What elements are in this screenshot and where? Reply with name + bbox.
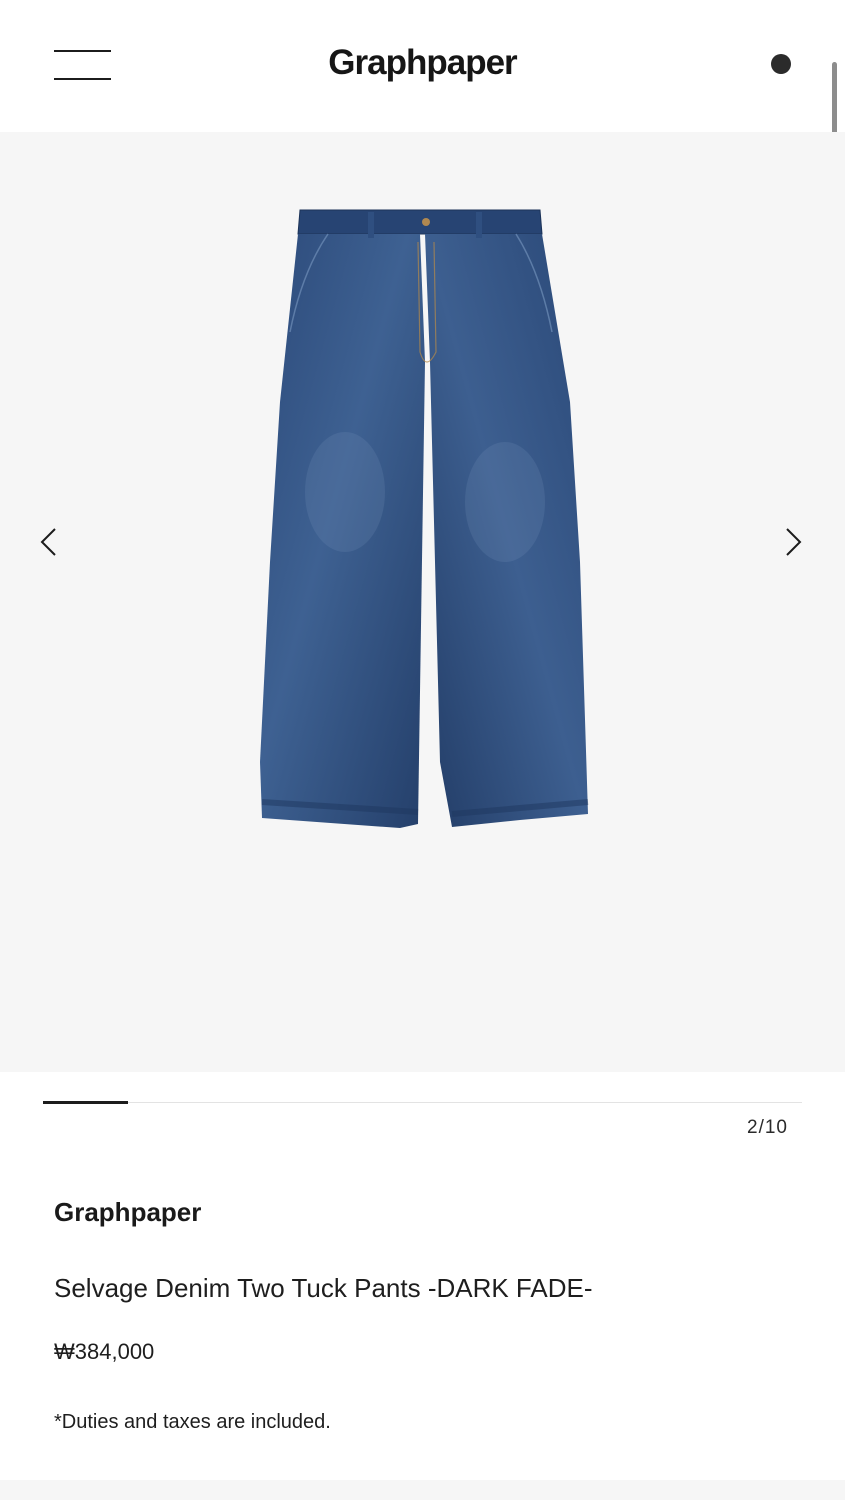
tax-note: *Duties and taxes are included.	[54, 1411, 331, 1433]
chevron-right-icon[interactable]	[783, 527, 803, 557]
product-image	[260, 209, 589, 828]
site-header: Graphpaper	[0, 0, 845, 132]
gallery-progress-indicator	[43, 1101, 128, 1104]
dot-icon[interactable]	[771, 54, 791, 74]
product-brand[interactable]: Graphpaper	[54, 1197, 201, 1228]
product-gallery[interactable]	[0, 132, 845, 1072]
gallery-progress-track	[43, 1102, 802, 1103]
product-title: Selvage Denim Two Tuck Pants -DARK FADE-	[54, 1273, 593, 1303]
chevron-left-icon[interactable]	[39, 527, 59, 557]
site-logo[interactable]: Graphpaper	[0, 43, 845, 83]
section-divider	[0, 1480, 845, 1500]
product-price: ₩384,000	[54, 1339, 155, 1364]
gallery-counter: 2/10	[747, 1117, 788, 1138]
